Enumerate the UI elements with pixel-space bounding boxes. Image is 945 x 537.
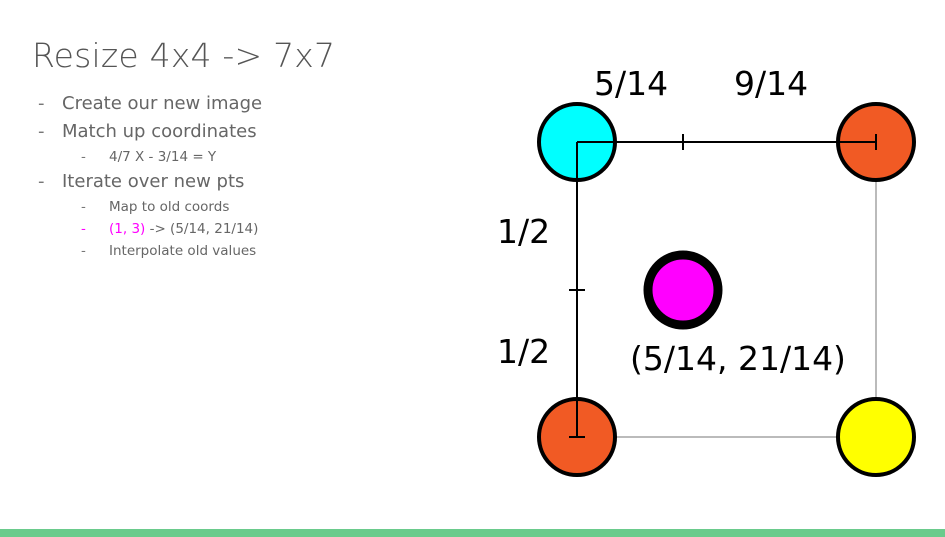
- label-left-upper: 1/2: [497, 212, 550, 251]
- interpolation-diagram: 5/14 9/14 1/2 1/2 (5/14, 21/14): [497, 64, 916, 477]
- new-point: [643, 250, 723, 330]
- label-top-left: 5/14: [594, 64, 668, 103]
- bottom-right-pixel: [836, 397, 916, 477]
- label-left-lower: 1/2: [497, 332, 550, 371]
- label-top-right: 9/14: [734, 64, 808, 103]
- bottom-accent-bar: [0, 529, 945, 537]
- label-point: (5/14, 21/14): [630, 339, 846, 378]
